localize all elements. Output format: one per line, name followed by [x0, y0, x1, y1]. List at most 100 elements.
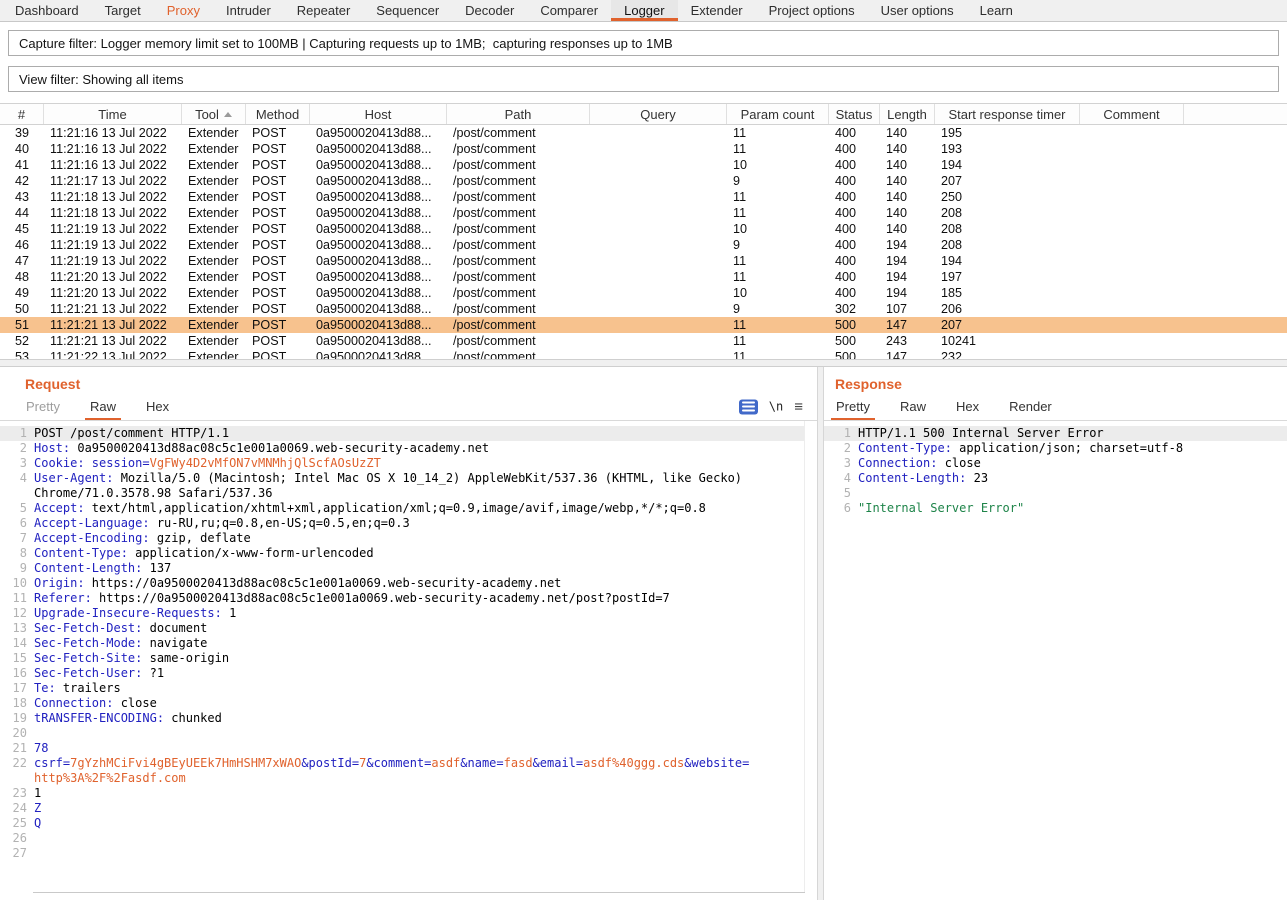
table-row-48[interactable]: 4811:21:20 13 Jul 2022ExtenderPOST0a9500…	[0, 269, 1287, 285]
request-line[interactable]: 26	[0, 831, 804, 846]
response-tab-pretty[interactable]: Pretty	[831, 393, 875, 420]
request-tab-hex[interactable]: Hex	[141, 393, 174, 420]
request-line[interactable]: 3Cookie: session=VgFWy4D2vMfON7vMNMhjQlS…	[0, 456, 804, 471]
menu-tab-logger[interactable]: Logger	[611, 0, 677, 21]
request-editor[interactable]: 1POST /post/comment HTTP/1.12Host: 0a950…	[0, 421, 805, 892]
request-line[interactable]: 18Connection: close	[0, 696, 804, 711]
menu-tab-repeater[interactable]: Repeater	[284, 0, 363, 21]
request-line[interactable]: http%3A%2F%2Fasdf.com	[0, 771, 804, 786]
cell-start-response-timer: 194	[935, 157, 1080, 173]
cell-param-count: 9	[727, 301, 829, 317]
table-row-51[interactable]: 5111:21:21 13 Jul 2022ExtenderPOST0a9500…	[0, 317, 1287, 333]
request-line[interactable]: 24Z	[0, 801, 804, 816]
table-row-47[interactable]: 4711:21:19 13 Jul 2022ExtenderPOST0a9500…	[0, 253, 1287, 269]
menu-tab-extender[interactable]: Extender	[678, 0, 756, 21]
response-line[interactable]: 5	[824, 486, 1287, 501]
column-header-query[interactable]: Query	[590, 104, 727, 124]
response-tab-hex[interactable]: Hex	[951, 393, 984, 420]
request-line[interactable]: 16Sec-Fetch-User: ?1	[0, 666, 804, 681]
request-line[interactable]: 12Upgrade-Insecure-Requests: 1	[0, 606, 804, 621]
request-editor-bottom-scrollbar[interactable]	[33, 892, 805, 900]
column-header-start-response-timer[interactable]: Start response timer	[935, 104, 1080, 124]
response-editor[interactable]: 1HTTP/1.1 500 Internal Server Error2Cont…	[824, 421, 1287, 900]
request-tab-raw[interactable]: Raw	[85, 393, 121, 420]
table-row-49[interactable]: 4911:21:20 13 Jul 2022ExtenderPOST0a9500…	[0, 285, 1287, 301]
cell-path: /post/comment	[447, 125, 590, 141]
table-row-52[interactable]: 5211:21:21 13 Jul 2022ExtenderPOST0a9500…	[0, 333, 1287, 349]
column-label: Host	[365, 107, 392, 122]
request-line[interactable]: 2Host: 0a9500020413d88ac08c5c1e001a0069.…	[0, 441, 804, 456]
editor-menu-icon[interactable]: ≡	[794, 399, 803, 414]
table-row-46[interactable]: 4611:21:19 13 Jul 2022ExtenderPOST0a9500…	[0, 237, 1287, 253]
request-line[interactable]: 5Accept: text/html,application/xhtml+xml…	[0, 501, 804, 516]
column-header-num[interactable]: #	[0, 104, 44, 124]
request-line[interactable]: 8Content-Type: application/x-www-form-ur…	[0, 546, 804, 561]
column-header-path[interactable]: Path	[447, 104, 590, 124]
response-tab-raw[interactable]: Raw	[895, 393, 931, 420]
token: 0a9500020413d88ac08c5c1e001a0069.web-sec…	[70, 441, 489, 455]
table-row-45[interactable]: 4511:21:19 13 Jul 2022ExtenderPOST0a9500…	[0, 221, 1287, 237]
table-row-39[interactable]: 3911:21:16 13 Jul 2022ExtenderPOST0a9500…	[0, 125, 1287, 141]
request-line[interactable]: 11Referer: https://0a9500020413d88ac08c5…	[0, 591, 804, 606]
table-row-42[interactable]: 4211:21:17 13 Jul 2022ExtenderPOST0a9500…	[0, 173, 1287, 189]
column-header-tool[interactable]: Tool	[182, 104, 246, 124]
menu-tab-sequencer[interactable]: Sequencer	[363, 0, 452, 21]
table-row-41[interactable]: 4111:21:16 13 Jul 2022ExtenderPOST0a9500…	[0, 157, 1287, 173]
column-header-time[interactable]: Time	[44, 104, 182, 124]
token: &website=	[684, 756, 749, 770]
request-line[interactable]: 19tRANSFER-ENCODING: chunked	[0, 711, 804, 726]
request-line[interactable]: 15Sec-Fetch-Site: same-origin	[0, 651, 804, 666]
request-line[interactable]: 2178	[0, 741, 804, 756]
request-line[interactable]: 27	[0, 846, 804, 861]
cell-param-count: 11	[727, 141, 829, 157]
column-header-method[interactable]: Method	[246, 104, 310, 124]
column-header-host[interactable]: Host	[310, 104, 447, 124]
request-line[interactable]: 10Origin: https://0a9500020413d88ac08c5c…	[0, 576, 804, 591]
response-line[interactable]: 3Connection: close	[824, 456, 1287, 471]
request-tab-pretty[interactable]: Pretty	[21, 393, 65, 420]
prettify-icon[interactable]	[739, 399, 758, 414]
request-line[interactable]: 17Te: trailers	[0, 681, 804, 696]
table-row-50[interactable]: 5011:21:21 13 Jul 2022ExtenderPOST0a9500…	[0, 301, 1287, 317]
request-line[interactable]: 25Q	[0, 816, 804, 831]
non-printing-characters-icon[interactable]: \n	[769, 400, 783, 414]
response-line[interactable]: 1HTTP/1.1 500 Internal Server Error	[824, 426, 1287, 441]
request-line[interactable]: 231	[0, 786, 804, 801]
column-header-length[interactable]: Length	[880, 104, 935, 124]
response-line[interactable]: 2Content-Type: application/json; charset…	[824, 441, 1287, 456]
cell-num: 50	[0, 301, 44, 317]
menu-tab-target[interactable]: Target	[92, 0, 154, 21]
request-line[interactable]: 4User-Agent: Mozilla/5.0 (Macintosh; Int…	[0, 471, 804, 486]
capture-filter-bar[interactable]: Capture filter: Logger memory limit set …	[8, 30, 1279, 56]
response-line[interactable]: 4Content-Length: 23	[824, 471, 1287, 486]
request-line[interactable]: 7Accept-Encoding: gzip, deflate	[0, 531, 804, 546]
table-row-40[interactable]: 4011:21:16 13 Jul 2022ExtenderPOST0a9500…	[0, 141, 1287, 157]
request-line[interactable]: 20	[0, 726, 804, 741]
column-header-comment[interactable]: Comment	[1080, 104, 1184, 124]
request-line[interactable]: 22csrf=7gYzhMCiFvi4gBEyUEEk7HmHSHM7xWAO&…	[0, 756, 804, 771]
request-line[interactable]: 6Accept-Language: ru-RU,ru;q=0.8,en-US;q…	[0, 516, 804, 531]
horizontal-splitter[interactable]	[0, 359, 1287, 367]
view-filter-bar[interactable]: View filter: Showing all items	[8, 66, 1279, 92]
token: Content-Type:	[34, 546, 128, 560]
response-tab-render[interactable]: Render	[1004, 393, 1057, 420]
menu-tab-comparer[interactable]: Comparer	[527, 0, 611, 21]
vertical-splitter[interactable]	[817, 367, 824, 900]
menu-tab-intruder[interactable]: Intruder	[213, 0, 284, 21]
request-line[interactable]: 1POST /post/comment HTTP/1.1	[0, 426, 804, 441]
menu-tab-proxy[interactable]: Proxy	[154, 0, 213, 21]
request-line[interactable]: Chrome/71.0.3578.98 Safari/537.36	[0, 486, 804, 501]
menu-tab-decoder[interactable]: Decoder	[452, 0, 527, 21]
column-header-param-count[interactable]: Param count	[727, 104, 829, 124]
column-header-status[interactable]: Status	[829, 104, 880, 124]
menu-tab-learn[interactable]: Learn	[967, 0, 1026, 21]
request-line[interactable]: 9Content-Length: 137	[0, 561, 804, 576]
table-row-44[interactable]: 4411:21:18 13 Jul 2022ExtenderPOST0a9500…	[0, 205, 1287, 221]
response-line[interactable]: 6"Internal Server Error"	[824, 501, 1287, 516]
menu-tab-project-options[interactable]: Project options	[756, 0, 868, 21]
request-line[interactable]: 13Sec-Fetch-Dest: document	[0, 621, 804, 636]
menu-tab-dashboard[interactable]: Dashboard	[2, 0, 92, 21]
request-line[interactable]: 14Sec-Fetch-Mode: navigate	[0, 636, 804, 651]
table-row-43[interactable]: 4311:21:18 13 Jul 2022ExtenderPOST0a9500…	[0, 189, 1287, 205]
menu-tab-user-options[interactable]: User options	[868, 0, 967, 21]
